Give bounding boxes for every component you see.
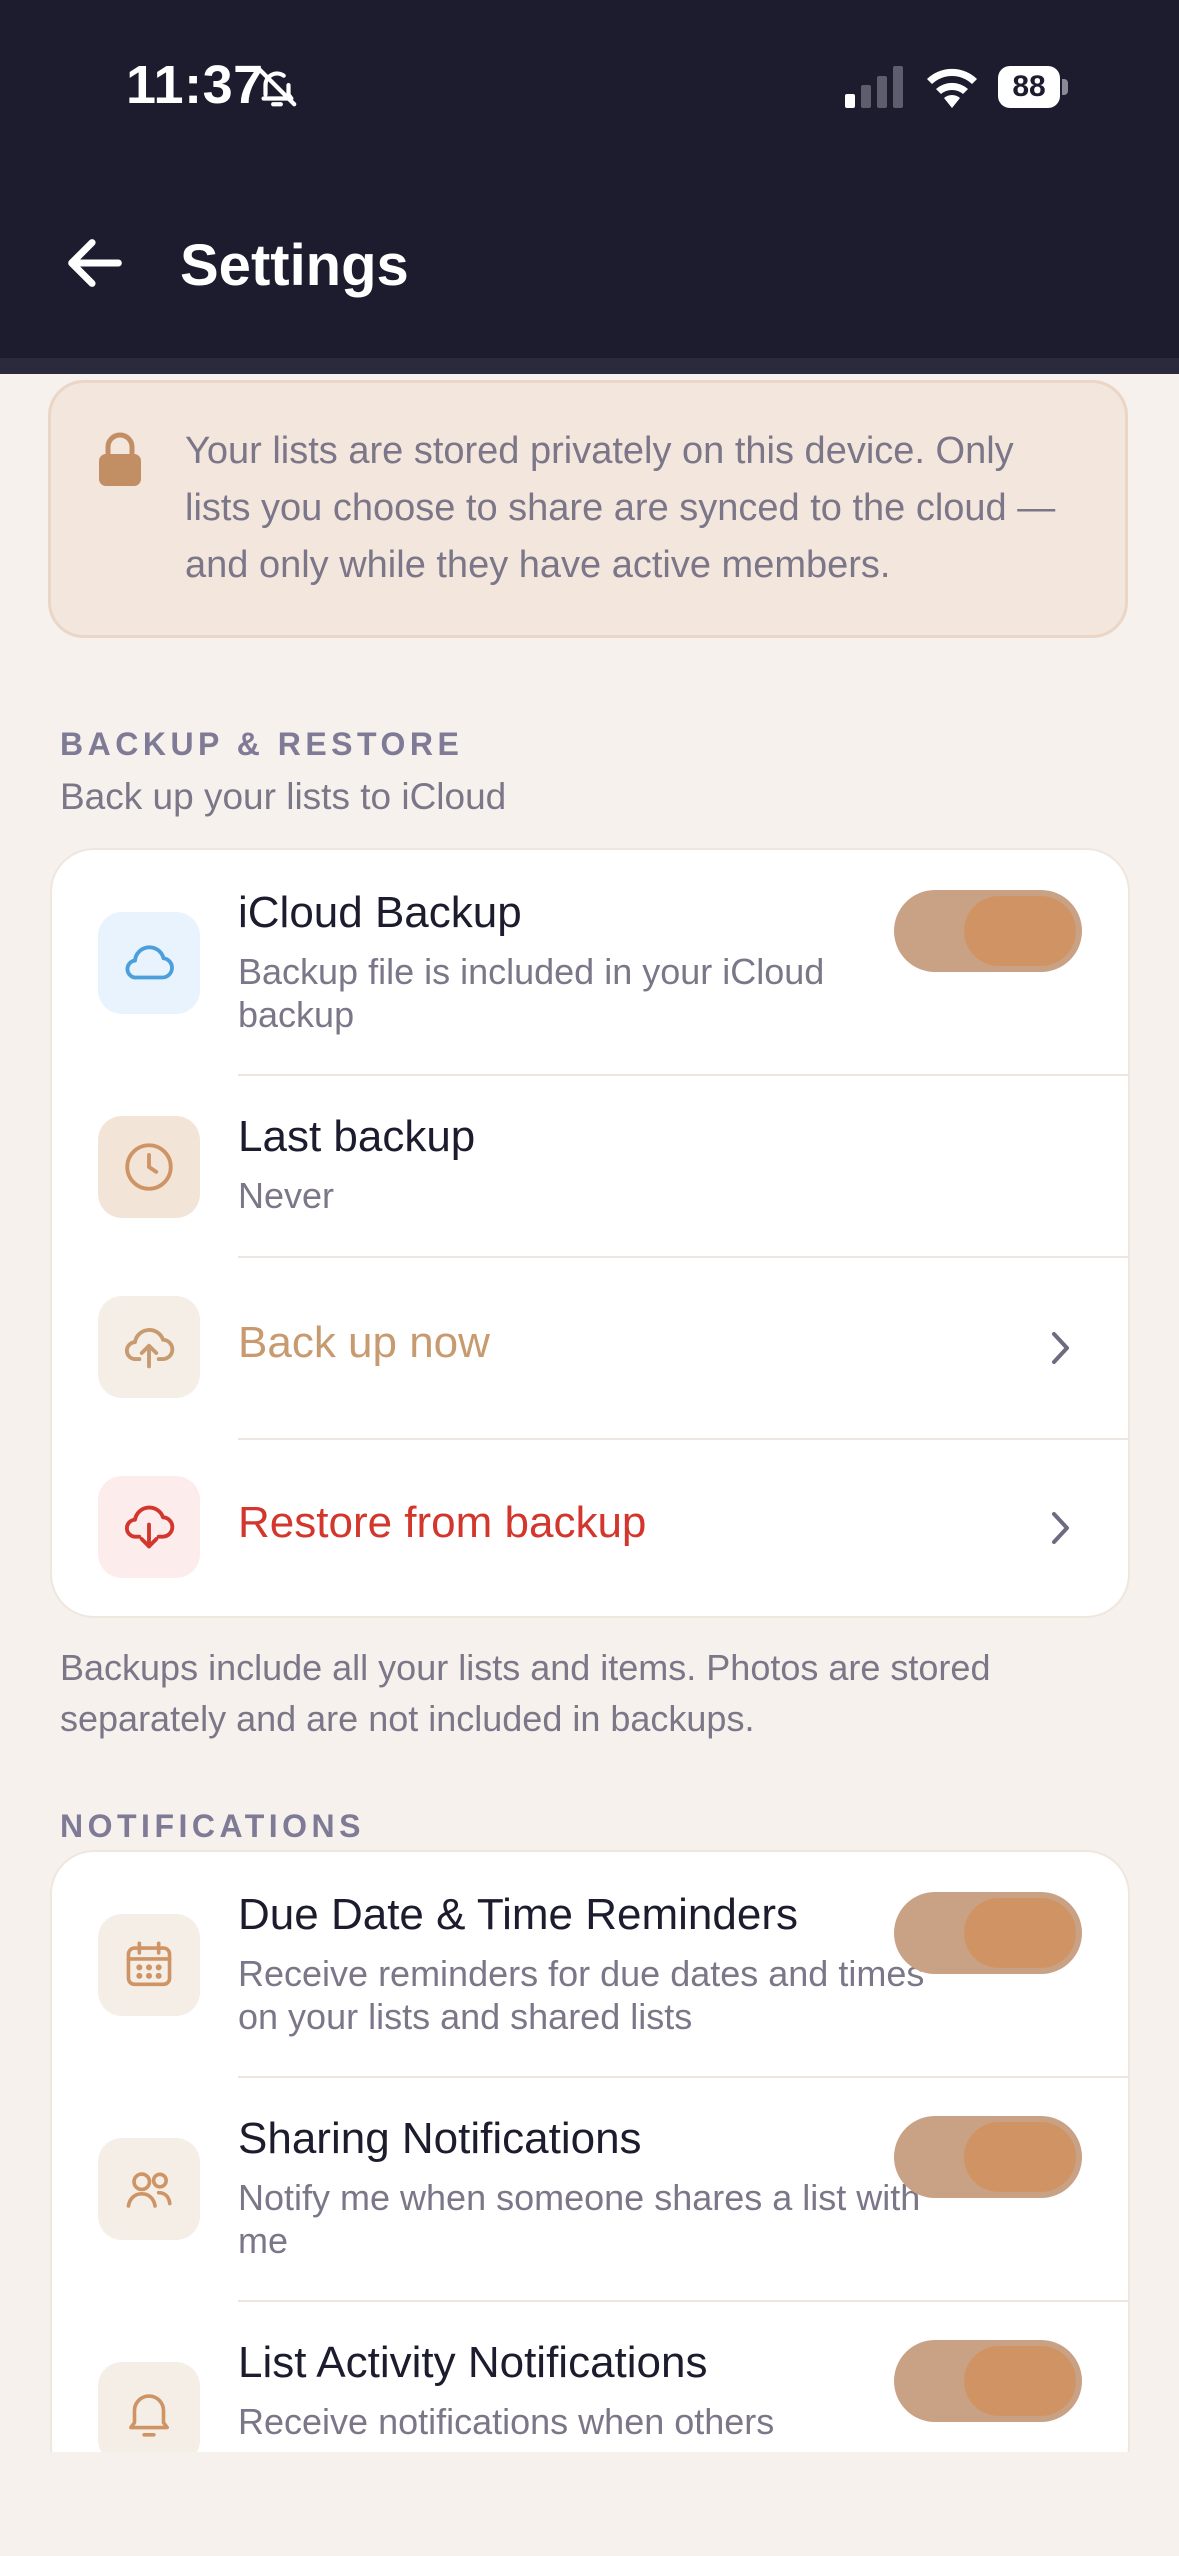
page-title: Settings (180, 233, 409, 298)
list-activity-notifications-title: List Activity Notifications (238, 2338, 708, 2387)
list-activity-notifications-toggle[interactable] (894, 2340, 1082, 2422)
section-label-backup: BACKUP & RESTORE (60, 726, 464, 762)
last-backup-title: Last backup (238, 1112, 476, 1161)
last-backup-row: Last backup Never (52, 1076, 1128, 1258)
icloud-backup-subtitle: Backup file is included in your iCloud b… (238, 951, 825, 1035)
cloud-icon (98, 912, 200, 1014)
back-up-now-label: Back up now (238, 1318, 490, 1367)
due-date-reminders-toggle[interactable] (894, 1892, 1082, 1974)
chevron-right-icon (1052, 1512, 1069, 1544)
cellular-signal-icon (845, 66, 903, 108)
header-divider (0, 358, 1179, 374)
status-time: 11:37 (126, 55, 264, 115)
calendar-icon (98, 1914, 200, 2016)
privacy-notice: Your lists are stored privately on this … (48, 380, 1128, 638)
due-date-reminders-subtitle: Receive reminders for due dates and time… (238, 1953, 925, 2037)
due-date-reminders-title: Due Date & Time Reminders (238, 1890, 798, 1939)
icloud-backup-toggle[interactable] (894, 890, 1082, 972)
lock-icon (99, 432, 141, 486)
backup-card: iCloud Backup Backup file is included in… (50, 848, 1130, 1618)
bottom-safe-area (0, 2452, 1179, 2556)
back-arrow-icon[interactable] (60, 228, 130, 298)
sharing-notifications-subtitle: Notify me when someone shares a list wit… (238, 2177, 921, 2261)
privacy-notice-text: Your lists are stored privately on this … (185, 430, 1056, 586)
cloud-download-icon (98, 1476, 200, 1578)
icloud-backup-row: iCloud Backup Backup file is included in… (52, 850, 1128, 1076)
restore-label: Restore from backup (238, 1498, 647, 1547)
sharing-notifications-title: Sharing Notifications (238, 2114, 642, 2163)
backup-footnote: Backups include all your lists and items… (60, 1647, 991, 1739)
chevron-right-icon (1052, 1332, 1069, 1364)
sharing-notifications-row: Sharing Notifications Notify me when som… (52, 2078, 1128, 2302)
section-label-notifications: NOTIFICATIONS (60, 1808, 365, 1844)
battery-level: 88 (998, 66, 1060, 108)
clock-icon (98, 1116, 200, 1218)
due-date-reminders-row: Due Date & Time Reminders Receive remind… (52, 1852, 1128, 2078)
sharing-notifications-toggle[interactable] (894, 2116, 1082, 2198)
bell-off-icon (257, 67, 297, 107)
users-icon (98, 2138, 200, 2240)
restore-row[interactable]: Restore from backup (52, 1440, 1128, 1616)
icloud-backup-title: iCloud Backup (238, 888, 522, 937)
notifications-card: Due Date & Time Reminders Receive remind… (50, 1850, 1130, 2490)
wifi-icon (927, 68, 977, 108)
battery-icon: 88 (998, 66, 1068, 108)
bell-icon (98, 2362, 200, 2464)
last-backup-value: Never (238, 1175, 335, 1216)
section-subtitle-backup: Back up your lists to iCloud (60, 776, 507, 817)
list-activity-notifications-subtitle: Receive notifications when others (238, 2401, 775, 2442)
cloud-upload-icon (98, 1296, 200, 1398)
back-up-now-row[interactable]: Back up now (52, 1258, 1128, 1438)
